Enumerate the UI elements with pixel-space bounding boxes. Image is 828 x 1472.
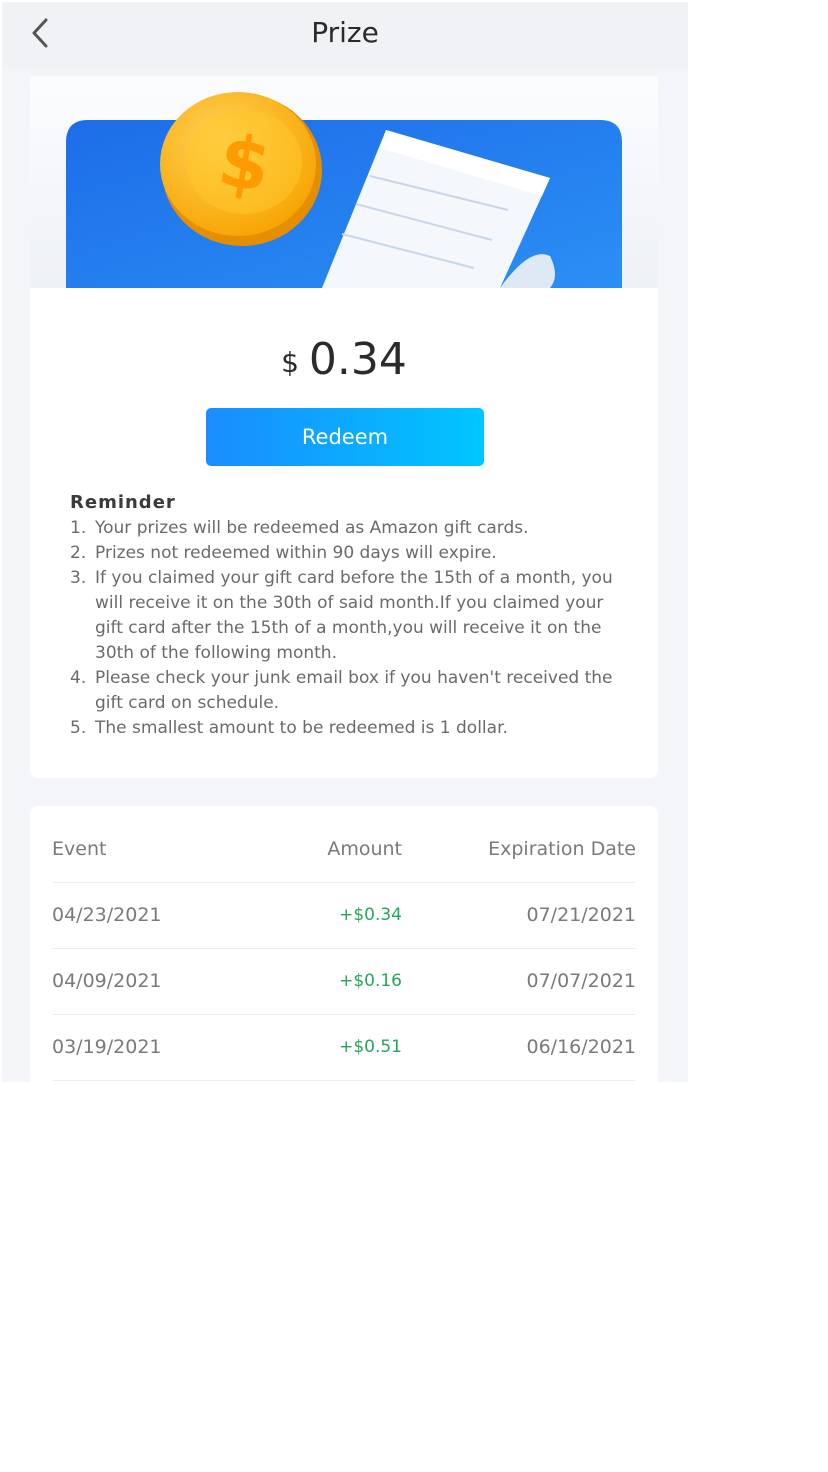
event-date: 03/19/2021 (52, 1036, 162, 1058)
event-amount: +$0.16 (339, 971, 402, 991)
column-header-expiration: Expiration Date (488, 838, 636, 860)
events-table: Event Amount Expiration Date 04/23/2021 … (30, 806, 658, 1082)
reminder-item: 5. The smallest amount to be redeemed is … (70, 718, 508, 738)
reminder-item: 1. Your prizes will be redeemed as Amazon… (70, 518, 529, 538)
reminder-item: 2. Prizes not redeemed within 90 days wil… (70, 543, 497, 563)
prize-amount: $0.34 (30, 334, 658, 385)
prize-banner: $ (30, 76, 658, 288)
amount-value: 0.34 (308, 334, 407, 385)
reminder-item: 4. Please check your junk email box if yo… (70, 668, 613, 713)
expiration-date: 07/21/2021 (526, 904, 636, 926)
currency-symbol: $ (281, 346, 299, 379)
column-header-event: Event (52, 838, 107, 860)
redeem-button[interactable]: Redeem (206, 408, 484, 466)
event-amount: +$0.34 (339, 905, 402, 925)
header-bar: Prize (2, 2, 688, 68)
reminder-item: 3. If you claimed your gift card before t… (70, 568, 613, 663)
table-row: 04/09/2021 +$0.16 07/07/2021 (52, 948, 636, 1015)
column-header-amount: Amount (327, 838, 402, 860)
event-amount: +$0.51 (339, 1037, 402, 1057)
table-row: 03/19/2021 +$0.51 06/16/2021 (52, 1014, 636, 1081)
expiration-date: 06/16/2021 (526, 1036, 636, 1058)
page-title: Prize (311, 16, 379, 49)
table-header: Event Amount Expiration Date (52, 816, 636, 883)
prize-screen: Prize $ $ 0.34 Redeem Reminder 1. Your p… (2, 2, 688, 1082)
table-row: 04/23/2021 +$0.34 07/21/2021 (52, 882, 636, 949)
reminder-list: 1. Your prizes will be redeemed as Amazon… (70, 516, 620, 741)
reminder-title: Reminder (70, 492, 176, 513)
event-date: 04/09/2021 (52, 970, 162, 992)
expiration-date: 07/07/2021 (526, 970, 636, 992)
event-date: 04/23/2021 (52, 904, 162, 926)
prize-summary-card: $0.34 Redeem Reminder 1. Your prizes will… (30, 288, 658, 778)
